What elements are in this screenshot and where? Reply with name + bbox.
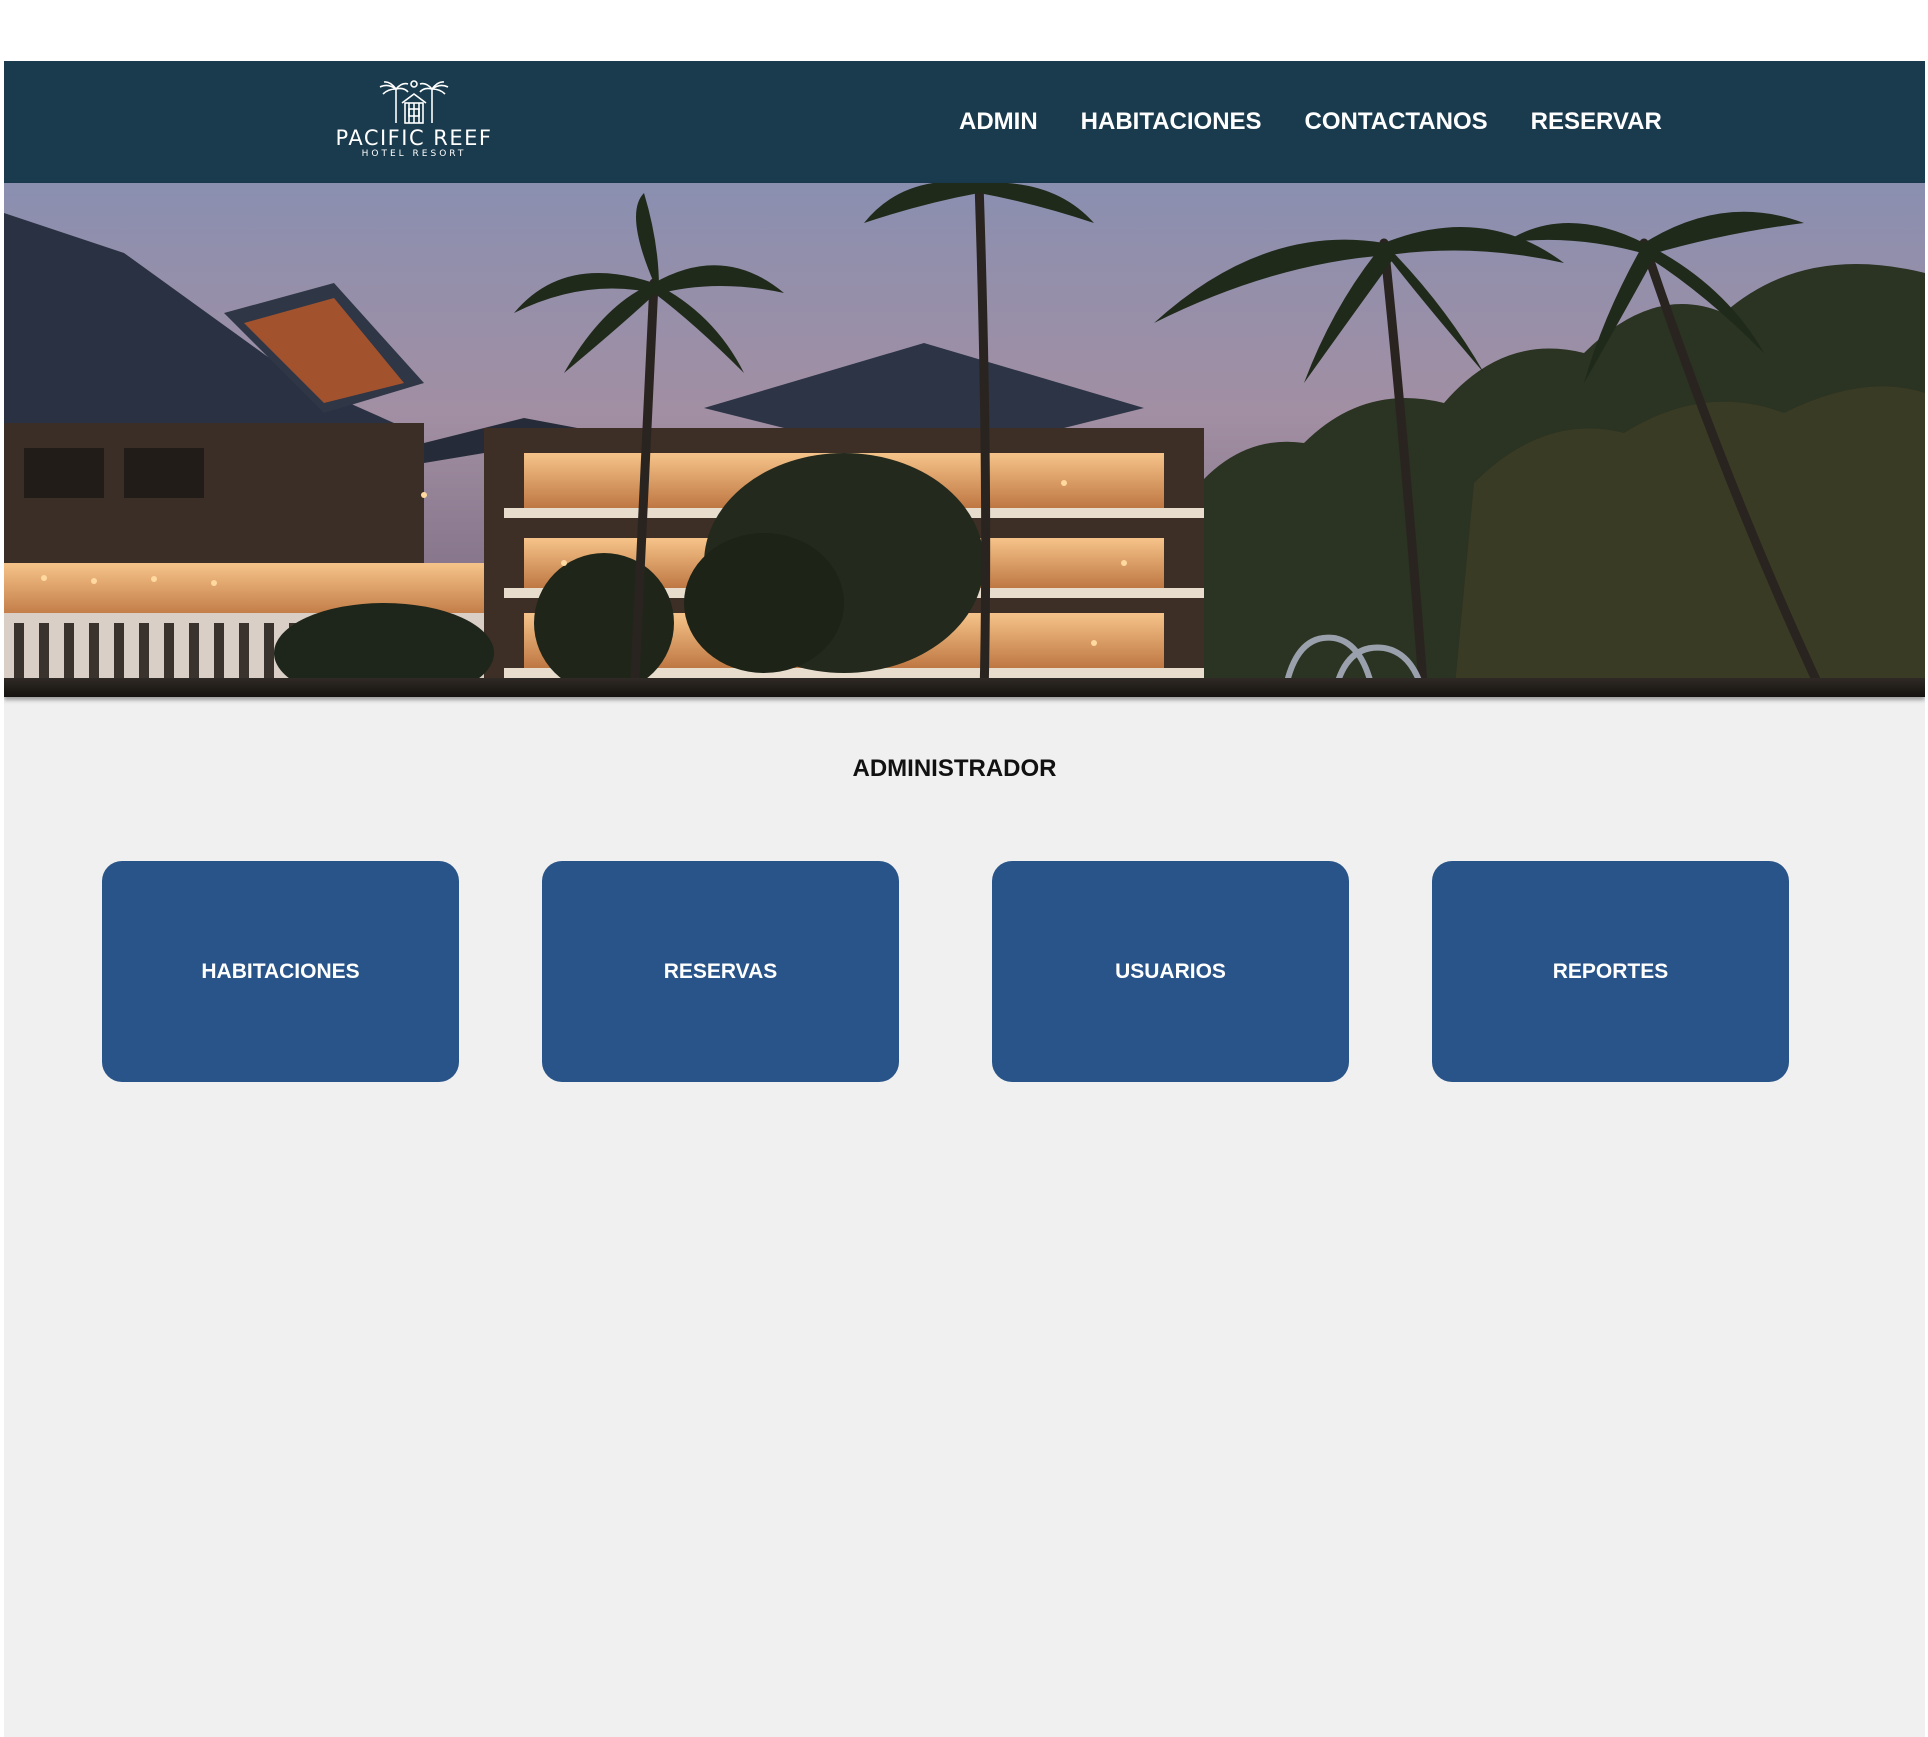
card-reportes[interactable]: REPORTES: [1432, 861, 1789, 1082]
card-usuarios[interactable]: USUARIOS: [992, 861, 1349, 1082]
card-reservas[interactable]: RESERVAS: [542, 861, 899, 1082]
card-label: REPORTES: [1552, 959, 1669, 983]
hotel-resort-illustration: [4, 183, 1925, 697]
page-title: ADMINISTRADOR: [852, 755, 1057, 782]
card-habitaciones[interactable]: HABITACIONES: [102, 861, 459, 1082]
brand-tagline: HOTEL RESORT: [361, 149, 467, 159]
card-label: RESERVAS: [663, 959, 778, 983]
main-nav: ADMIN HABITACIONES CONTACTANOS RESERVAR: [959, 61, 1705, 183]
card-label: HABITACIONES: [201, 959, 360, 983]
brand-name: PACIFIC REEF: [335, 126, 493, 150]
nav-item-admin[interactable]: ADMIN: [959, 108, 1038, 136]
palm-hut-icon: [379, 80, 449, 124]
nav-item-contactanos[interactable]: CONTACTANOS: [1305, 108, 1488, 136]
nav-item-reservar[interactable]: RESERVAR: [1531, 108, 1662, 136]
brand-logo[interactable]: PACIFIC REEF HOTEL RESORT: [329, 79, 499, 169]
navbar: PACIFIC REEF HOTEL RESORT ADMIN HABITACI…: [4, 61, 1925, 183]
page-frame: PACIFIC REEF HOTEL RESORT ADMIN HABITACI…: [4, 61, 1925, 1737]
nav-item-habitaciones[interactable]: HABITACIONES: [1081, 108, 1262, 136]
card-label: USUARIOS: [1115, 959, 1226, 983]
hero-image: [4, 183, 1925, 697]
